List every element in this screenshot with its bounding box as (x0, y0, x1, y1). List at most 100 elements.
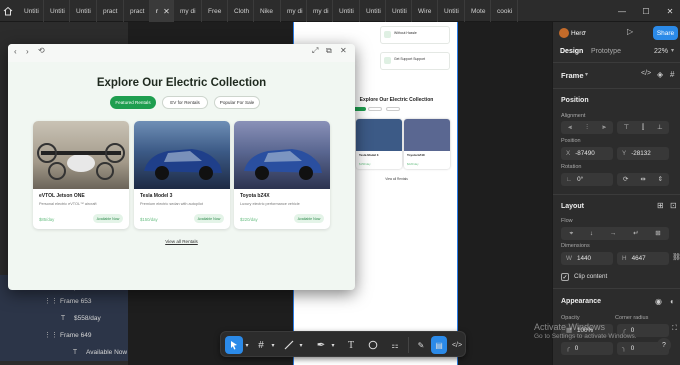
browser-tab[interactable]: Untiti (360, 0, 386, 22)
selection-type[interactable]: Frame (561, 71, 584, 80)
vertical-alignment[interactable]: ⊤ ⫿ ⊥ (617, 121, 669, 134)
expand-icon[interactable]: ⤢ (312, 46, 318, 56)
restart-icon[interactable]: ⟲ (38, 46, 45, 55)
filter-featured-rentals[interactable]: Featured Rentals (110, 96, 156, 109)
minimize-button[interactable]: — (612, 0, 632, 22)
vehicle-card[interactable]: Toyota bZ4X Luxury electric performance v… (234, 121, 330, 229)
move-tool-icon[interactable] (225, 336, 243, 354)
align-left-icon[interactable]: ⫷ (568, 124, 572, 132)
corner-field-2[interactable]: ╭ 0 (561, 342, 613, 355)
eye-icon[interactable]: ◉ (655, 297, 662, 306)
browser-tab[interactable]: pract (124, 0, 150, 22)
align-top-icon[interactable]: ⊤ (623, 124, 629, 131)
browser-tab[interactable]: Untiti (70, 0, 97, 22)
browser-tab[interactable]: Nike (254, 0, 281, 22)
maximize-button[interactable]: ☐ (636, 0, 656, 22)
add-auto-layout-icon[interactable]: ⊡ (670, 201, 677, 210)
chevron-down-icon[interactable]: ▾ (329, 336, 337, 354)
filter-popular-sale[interactable]: Popular For Sale (214, 96, 260, 109)
align-bottom-icon[interactable]: ⊥ (657, 124, 663, 131)
frame-icon[interactable]: # (670, 70, 674, 79)
height-field[interactable]: H 4647 (617, 252, 669, 265)
close-tab-icon[interactable]: ✕ (163, 7, 170, 16)
actions-icon[interactable]: ⚏ (387, 336, 403, 354)
wrap-flow-icon[interactable]: ↵ (633, 230, 638, 237)
zoom-level[interactable]: 22% (654, 48, 668, 55)
view-all-link[interactable]: View all Rentals (8, 239, 355, 244)
code-icon[interactable]: </> (449, 336, 465, 354)
chevron-down-icon[interactable]: ▾ (671, 47, 674, 54)
blend-mode-icon[interactable]: ◐ (670, 297, 675, 306)
component-icon[interactable]: ◈ (657, 70, 663, 79)
width-field[interactable]: W 1440 (561, 252, 613, 265)
layer-item[interactable]: ⋮⋮ Frame 649 (0, 326, 128, 344)
availability-badge[interactable]: Available Now (93, 214, 123, 223)
y-field[interactable]: Y -28132 (617, 147, 669, 160)
back-icon[interactable]: ‹ (14, 47, 17, 56)
present-icon[interactable]: ▷ (627, 27, 633, 36)
avatar[interactable] (559, 28, 569, 38)
tab-prototype[interactable]: Prototype (591, 48, 621, 55)
horizontal-alignment[interactable]: ⫷ ⫶ ⫸ (561, 121, 613, 134)
browser-tab[interactable]: Free (202, 0, 228, 22)
vertical-flow-icon[interactable]: ↓ (590, 230, 593, 237)
open-external-icon[interactable]: ⧉ (326, 46, 332, 56)
layer-item[interactable]: T Available Now (0, 343, 128, 361)
flip-horizontal-icon[interactable]: ⇹ (640, 176, 645, 183)
vehicle-card[interactable]: eVTOL Jetson ONE Personal electric eVTOL™… (33, 121, 129, 229)
dev-mode-icon[interactable]: ▤ (431, 336, 447, 354)
grid-flow-icon[interactable]: ⊞ (655, 230, 660, 237)
tab-design[interactable]: Design (560, 48, 583, 55)
close-preview-icon[interactable]: ✕ (340, 46, 347, 55)
browser-tab[interactable]: Untiti (18, 0, 44, 22)
browser-tab[interactable]: Cloth (228, 0, 254, 22)
browser-tab[interactable]: Mote (465, 0, 491, 22)
chevron-down-icon[interactable]: ▾ (585, 71, 588, 78)
chevron-down-icon[interactable]: ▾ (269, 336, 277, 354)
help-button[interactable]: ? (657, 338, 671, 352)
flow-options[interactable]: ⌖ ↓ → ↵ ⊞ (561, 227, 669, 240)
rotation-field[interactable]: ∟ 0° (561, 173, 613, 186)
close-window-button[interactable]: ✕ (660, 0, 680, 22)
design-canvas[interactable]: TLuxury electric perf⋮⋮Frame 653T$558/da… (0, 22, 552, 365)
browser-tab[interactable]: Untiti (44, 0, 70, 22)
availability-badge[interactable]: Available Now (294, 214, 324, 223)
constrain-proportions-icon[interactable]: ⛓ (672, 253, 680, 261)
pen-tool-icon[interactable]: ✒ (313, 336, 329, 354)
comment-tool-icon[interactable] (365, 336, 381, 354)
horizontal-flow-icon[interactable]: → (610, 230, 616, 237)
freeform-icon[interactable]: ⌖ (569, 230, 573, 238)
align-center-h-icon[interactable]: ⫶ (586, 124, 588, 132)
share-button[interactable]: Share (653, 26, 678, 40)
x-field[interactable]: X -87490 (561, 147, 613, 160)
browser-tab[interactable]: pract (97, 0, 124, 22)
code-icon[interactable]: </> (641, 70, 651, 77)
forward-icon[interactable]: › (26, 47, 29, 56)
vehicle-card[interactable]: Tesla Model 3 Premium electric sedan with… (134, 121, 230, 229)
browser-tab[interactable]: my di (281, 0, 307, 22)
clip-content-checkbox[interactable]: ✓ (561, 273, 569, 281)
filter-ev-rentals[interactable]: EV for Rentals (162, 96, 208, 109)
layer-item[interactable]: T $558/day (0, 309, 128, 327)
prototype-preview-window[interactable]: ‹ › ⟲ ⤢ ⧉ ✕ Explore Our Electric Collect… (8, 44, 355, 290)
text-tool-icon[interactable]: T (343, 336, 359, 354)
flip-vertical-icon[interactable]: ⇕ (658, 176, 663, 183)
home-icon[interactable] (2, 2, 14, 19)
layer-item[interactable]: ⋮⋮ Frame 653 (0, 292, 128, 310)
design-mode-icon[interactable]: ✎ (413, 336, 429, 354)
transform-buttons[interactable]: ⟳ ⇹ ⇕ (617, 173, 669, 186)
chevron-down-icon[interactable]: ▾ (243, 336, 251, 354)
browser-tab[interactable]: Wire (412, 0, 438, 22)
independent-corners-icon[interactable]: ⛶ (672, 325, 677, 333)
browser-tab[interactable]: my di (307, 0, 333, 22)
align-middle-icon[interactable]: ⫿ (642, 124, 644, 132)
chevron-down-icon[interactable]: ▾ (297, 336, 305, 354)
rotate-icon[interactable]: ⟳ (623, 176, 628, 183)
align-right-icon[interactable]: ⫸ (602, 124, 606, 132)
browser-tab[interactable]: Untiti (386, 0, 412, 22)
line-tool-icon[interactable] (281, 336, 297, 354)
chevron-down-icon[interactable]: ▾ (583, 29, 586, 36)
layout-grid-icon[interactable]: ⊞ (657, 201, 664, 210)
browser-tab[interactable]: r ✕ (150, 0, 174, 22)
browser-tab[interactable]: my di (174, 0, 202, 22)
